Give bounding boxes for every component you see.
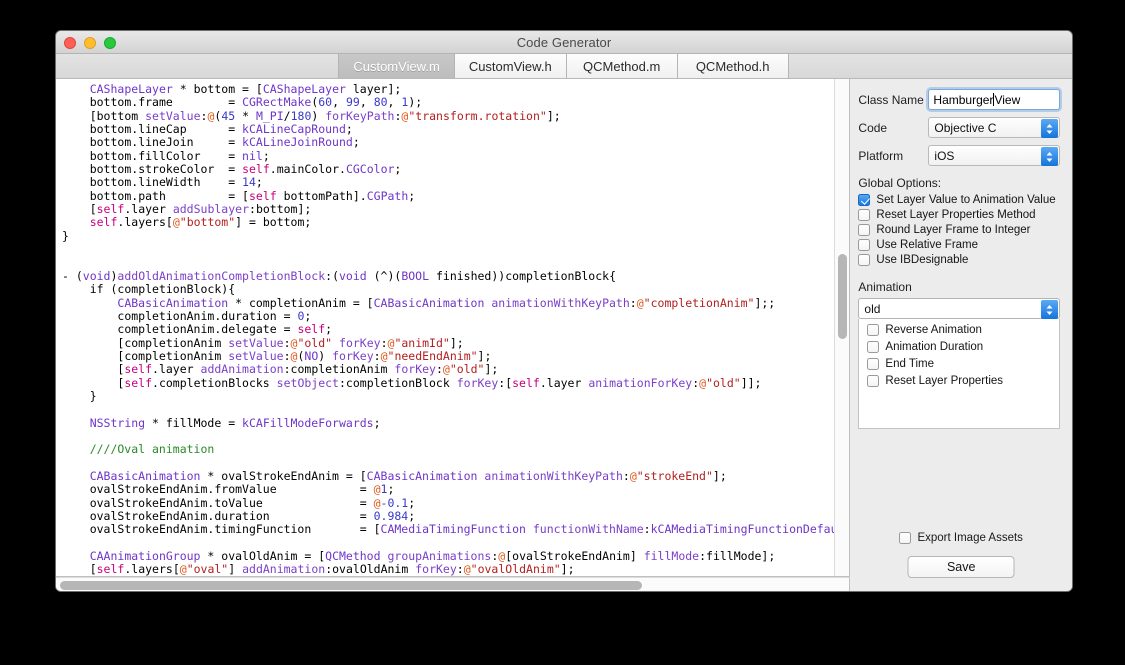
editor-vertical-scrollbar-thumb[interactable] [838,254,847,339]
checkbox-icon[interactable] [858,254,870,266]
checkbox-label: Reverse Animation [885,324,982,336]
file-tab-bar[interactable]: CustomView.m CustomView.h QCMethod.m QCM… [56,54,1072,79]
checkbox-icon[interactable] [867,341,879,353]
checkbox-label: Set Layer Value to Animation Value [876,194,1055,206]
checkbox-row-reset-layer-properties[interactable]: Reset Layer Properties [867,375,1059,387]
checkbox-label: Use Relative Frame [876,239,978,251]
tabbar-spacer-left [56,54,339,78]
maximize-button-icon[interactable] [104,37,116,49]
checkbox-icon[interactable] [867,358,879,370]
checkbox-row-use-ibdesignable[interactable]: Use IBDesignable [858,254,1060,266]
tab-qcmethod-m[interactable]: QCMethod.m [566,54,678,78]
window-controls[interactable] [64,31,116,54]
code-text[interactable]: CAShapeLayer * bottom = [CAShapeLayer la… [56,79,849,576]
class-name-input[interactable]: HamburgerView [928,89,1060,110]
save-button[interactable]: Save [908,556,1015,578]
chevron-updown-icon[interactable] [1041,300,1058,319]
class-name-value-before-caret: Hamburger [933,93,993,107]
checkbox-row-reset-layer-properties-method[interactable]: Reset Layer Properties Method [858,209,1060,221]
app-window: Code Generator CustomView.m CustomView.h… [55,30,1073,592]
platform-select[interactable]: iOS [928,145,1060,166]
platform-label: Platform [858,149,928,163]
minimize-button-icon[interactable] [84,37,96,49]
checkbox-icon[interactable] [867,324,879,336]
class-name-row: Class Name HamburgerView [858,89,1060,110]
window-titlebar[interactable]: Code Generator [56,31,1072,54]
tab-customview-h[interactable]: CustomView.h [454,54,567,78]
checkbox-row-set-layer-value[interactable]: Set Layer Value to Animation Value [858,194,1060,206]
desktop-background: Code Generator CustomView.m CustomView.h… [0,0,1125,665]
checkbox-label: Reset Layer Properties Method [876,209,1035,221]
checkbox-label: Animation Duration [885,341,983,353]
checkbox-icon[interactable] [867,375,879,387]
code-language-label: Code [858,121,928,135]
code-language-value: Objective C [934,121,996,135]
checkbox-label: Round Layer Frame to Integer [876,224,1030,236]
tab-customview-m[interactable]: CustomView.m [338,54,454,78]
checkbox-icon[interactable] [858,224,870,236]
checkbox-row-use-relative-frame[interactable]: Use Relative Frame [858,239,1060,251]
checkbox-icon[interactable] [858,239,870,251]
chevron-updown-icon[interactable] [1041,119,1058,138]
export-image-assets-row[interactable]: Export Image Assets [850,532,1072,544]
checkbox-row-animation-duration[interactable]: Animation Duration [867,341,1059,353]
checkbox-label: Reset Layer Properties [885,375,1003,387]
chevron-updown-icon[interactable] [1041,147,1058,166]
tabbar-spacer-right [789,54,1072,78]
editor-horizontal-scrollbar-thumb[interactable] [60,581,642,590]
checkbox-label: Use IBDesignable [876,254,968,266]
checkbox-row-end-time[interactable]: End Time [867,358,1059,370]
editor-vertical-scrollbar[interactable] [834,79,849,576]
class-name-label: Class Name [858,93,928,107]
checkbox-row-round-layer-frame[interactable]: Round Layer Frame to Integer [858,224,1060,236]
animation-section-label: Animation [858,280,1060,294]
animation-options-list: Reverse Animation Animation Duration End… [858,319,1060,429]
platform-value: iOS [934,149,954,163]
code-editor-pane: CAShapeLayer * bottom = [CAShapeLayer la… [56,79,850,592]
checkbox-icon[interactable] [858,209,870,221]
editor-horizontal-scrollbar[interactable] [56,577,850,592]
checkbox-icon[interactable] [899,532,911,544]
options-panel: Class Name HamburgerView Code Objective … [850,79,1072,592]
animation-select[interactable]: old [858,298,1060,319]
tab-qcmethod-h[interactable]: QCMethod.h [677,54,789,78]
animation-select-value: old [864,302,880,316]
platform-row: Platform iOS [858,145,1060,166]
window-title: Code Generator [56,35,1072,50]
code-language-select[interactable]: Objective C [928,117,1060,138]
window-body: CAShapeLayer * bottom = [CAShapeLayer la… [56,79,1072,592]
code-editor-frame[interactable]: CAShapeLayer * bottom = [CAShapeLayer la… [56,79,850,577]
animation-select-row: old [858,298,1060,319]
close-button-icon[interactable] [64,37,76,49]
global-options-label: Global Options: [858,176,1060,190]
class-name-value-after-caret: View [994,93,1020,107]
checkbox-icon-checked[interactable] [858,194,870,206]
export-image-assets-label: Export Image Assets [917,532,1022,544]
code-language-row: Code Objective C [858,117,1060,138]
checkbox-row-reverse-animation[interactable]: Reverse Animation [867,324,1059,336]
checkbox-label: End Time [885,358,934,370]
